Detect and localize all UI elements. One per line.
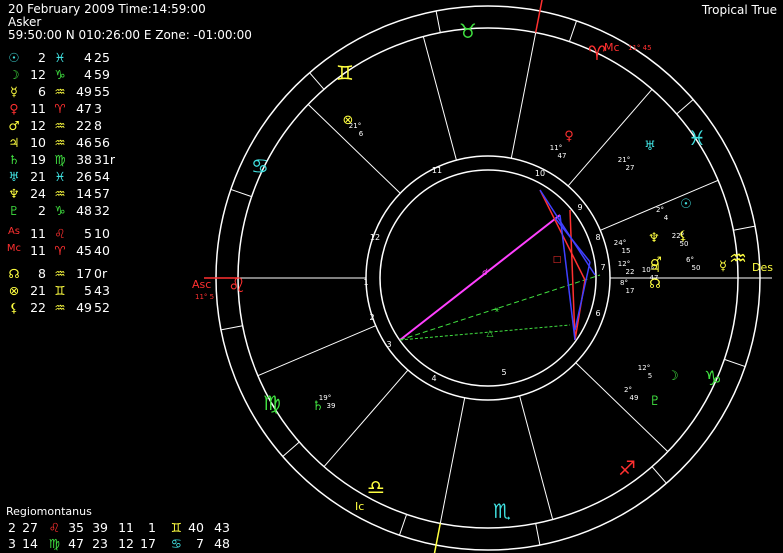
conjunction-aspect-icon: ☌ — [482, 268, 488, 278]
sign-boundary-tick — [535, 523, 541, 546]
wheel-minute-label: 47 — [558, 152, 567, 160]
sign-boundary-tick — [733, 225, 756, 231]
wheel-degree-label: 8° — [620, 279, 628, 287]
midheaven-position: 11° 45 — [628, 44, 652, 52]
cancer-icon: ♋ — [251, 154, 269, 178]
scorpio-icon: ♏ — [493, 499, 511, 523]
capricorn-icon: ♑ — [704, 366, 722, 390]
wheel-degree-label: 10° — [642, 266, 654, 274]
house-cusp-line — [519, 395, 554, 520]
north-node-wheel-icon: ☊ — [649, 277, 661, 292]
wheel-degree-label: 24° — [614, 239, 626, 247]
aspect-line — [399, 214, 561, 341]
neptune-wheel-icon: ♆ — [648, 231, 660, 246]
leo-icon: ♌ — [228, 273, 246, 297]
sign-boundary-tick — [435, 10, 441, 33]
ascendant-label: Asc — [192, 278, 211, 291]
square-aspect-icon: □ — [553, 255, 562, 265]
sign-boundary-tick — [651, 466, 667, 484]
chart-wheel[interactable]: 123456789101112♌♋♊♉♈♓♒♑♐♏♎♍Asc11° 5Mc 11°… — [0, 0, 783, 553]
wheel-degree-label: 11° — [550, 144, 562, 152]
venus-wheel-icon: ♀ — [564, 129, 574, 144]
house-number-10: 10 — [535, 169, 545, 178]
pluto-wheel-icon: ♇ — [649, 394, 661, 409]
sign-boundary-tick — [309, 72, 325, 90]
sign-boundary-tick — [220, 325, 243, 331]
wheel-minute-label: 22 — [626, 268, 635, 276]
wheel-minute-label: 39 — [327, 402, 336, 410]
house-number-5: 5 — [501, 368, 506, 377]
house-number-7: 7 — [600, 263, 605, 272]
wheel-degree-label: 19° — [319, 394, 331, 402]
house-number-8: 8 — [595, 233, 600, 242]
uranus-wheel-icon: ♅ — [644, 139, 656, 154]
trine-aspect-icon: △ — [487, 329, 494, 339]
gemini-icon: ♊ — [336, 61, 354, 85]
house-cusp-line — [567, 88, 653, 187]
sagittarius-icon: ♐ — [618, 456, 636, 480]
sign-boundary-tick — [676, 99, 694, 115]
house-number-6: 6 — [595, 309, 600, 318]
house-number-2: 2 — [369, 313, 374, 322]
wheel-degree-label: 21° — [349, 122, 361, 130]
aspect-line — [399, 274, 601, 341]
sextile-aspect-icon: ⚹ — [494, 305, 500, 315]
wheel-degree-label: 12° — [618, 260, 630, 268]
pisces-icon: ♓ — [688, 126, 706, 150]
angle-axis-line — [534, 0, 543, 33]
sign-boundary-tick — [568, 20, 578, 42]
wheel-degree-label: 12° — [638, 364, 650, 372]
wheel-minute-label: 17 — [626, 287, 635, 295]
wheel-degree-label: 2° — [656, 206, 664, 214]
house-number-1: 1 — [363, 278, 368, 287]
house-number-4: 4 — [431, 374, 436, 383]
wheel-minute-label: 15 — [622, 247, 631, 255]
wheel-minute-label: 6 — [359, 130, 364, 138]
house-number-9: 9 — [577, 203, 582, 212]
house-cusp-line — [307, 103, 401, 194]
libra-icon: ♎ — [367, 475, 385, 499]
house-number-11: 11 — [432, 166, 442, 175]
wheel-minute-label: 50 — [692, 264, 701, 272]
sun-wheel-icon: ☉ — [680, 197, 692, 212]
wheel-degree-label: 6° — [686, 256, 694, 264]
wheel-minute-label: 4 — [664, 214, 669, 222]
aquarius-icon: ♒ — [729, 246, 747, 270]
taurus-icon: ♉ — [459, 19, 477, 43]
house-cusp-line — [257, 325, 376, 377]
wheel-minute-label: 49 — [630, 394, 639, 402]
sign-boundary-tick — [230, 188, 252, 198]
angle-axis-line — [433, 523, 442, 553]
wheel-degree-label: 22° — [672, 232, 684, 240]
aspect-line — [399, 324, 571, 341]
wheel-minute-label: 27 — [626, 164, 635, 172]
descendant-label: Des — [752, 261, 773, 274]
house-number-3: 3 — [386, 340, 391, 349]
inner-ring — [379, 169, 597, 387]
house-cusp-line — [323, 369, 409, 468]
house-cusp-line — [422, 36, 457, 161]
wheel-minute-label: 50 — [680, 240, 689, 248]
house-cusp-line — [510, 32, 537, 159]
house-number-12: 12 — [370, 233, 380, 242]
house-ring — [365, 155, 611, 401]
ascendant-position: 11° 5 — [195, 293, 214, 301]
sign-boundary-tick — [398, 514, 408, 536]
moon-wheel-icon: ☽ — [667, 369, 679, 384]
wheel-degree-label: 21° — [618, 156, 630, 164]
wheel-minute-label: 5 — [648, 372, 652, 380]
sign-boundary-tick — [282, 441, 300, 457]
mercury-wheel-icon: ☿ — [719, 259, 727, 274]
sign-boundary-tick — [724, 358, 746, 368]
virgo-icon: ♍ — [263, 391, 281, 415]
midheaven-label: Mc — [604, 41, 620, 54]
imum-coeli-label: Ic — [355, 500, 364, 513]
house-cusp-line — [439, 397, 466, 524]
wheel-degree-label: 2° — [624, 386, 632, 394]
